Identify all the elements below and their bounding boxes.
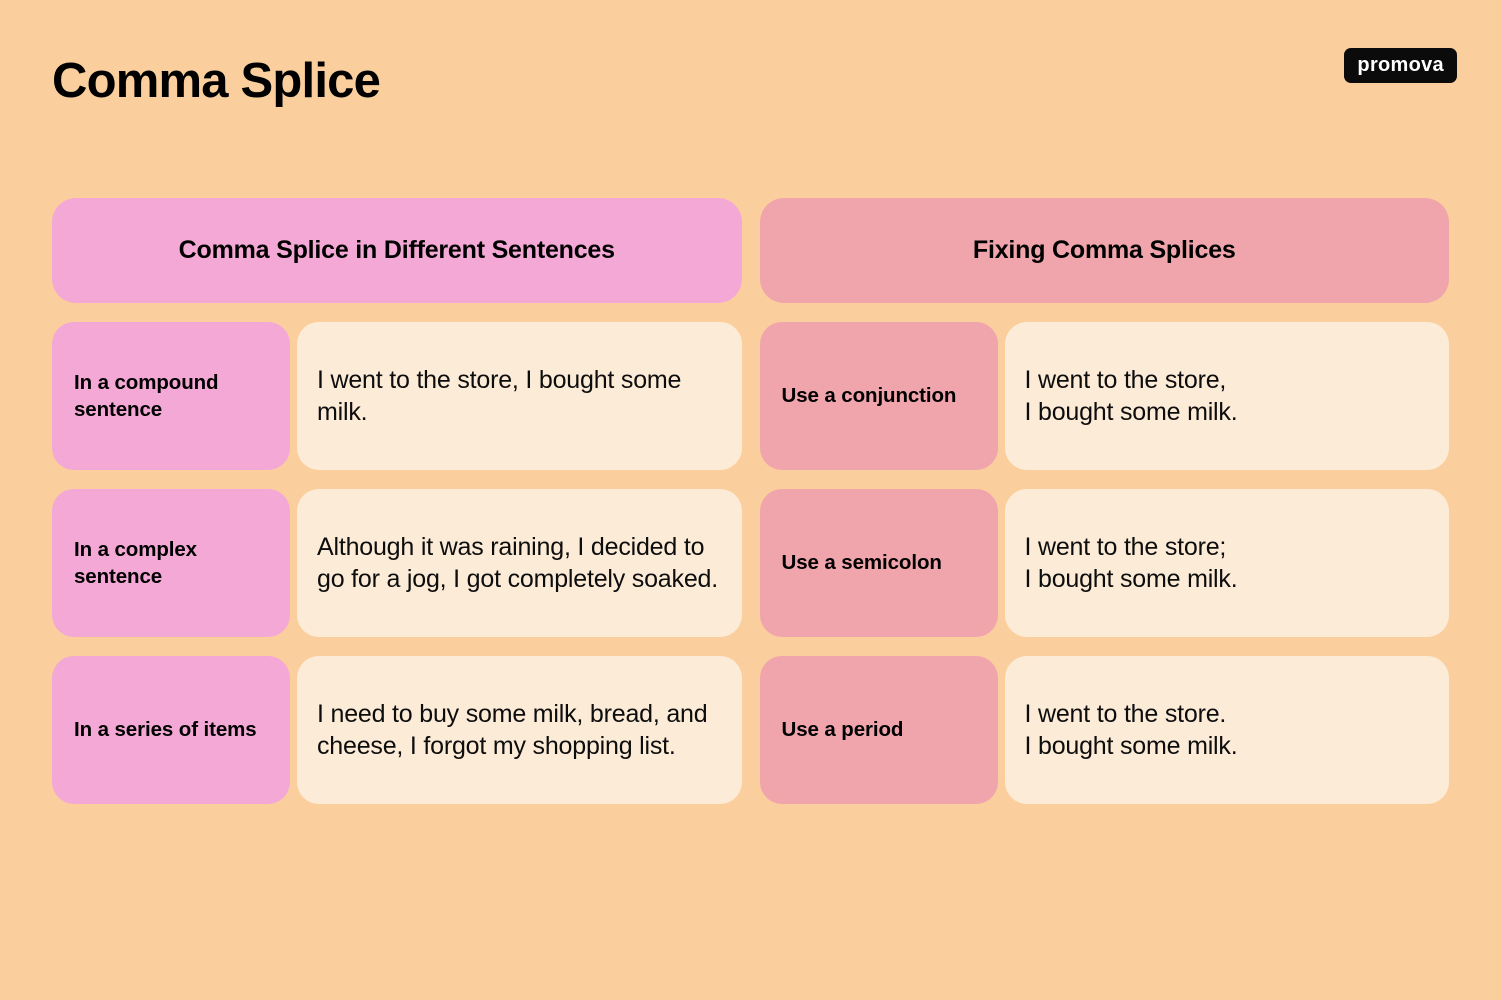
row-example-use-a-semicolon: I went to the store; I bought some milk. bbox=[1004, 489, 1449, 637]
column-comma-splice: Comma Splice in Different Sentences In a… bbox=[52, 198, 742, 804]
promova-logo: promova bbox=[1344, 48, 1457, 83]
row-label-use-a-conjunction: Use a conjunction bbox=[759, 322, 998, 470]
table-row: Use a conjunction I went to the store, I… bbox=[759, 322, 1449, 470]
comparison-table: Comma Splice in Different Sentences In a… bbox=[52, 198, 1449, 804]
row-example-use-a-conjunction: I went to the store, I bought some milk. bbox=[1004, 322, 1449, 470]
row-example-series-of-items: I need to buy some milk, bread, and chee… bbox=[297, 656, 742, 804]
table-row: Use a period I went to the store. I boug… bbox=[759, 656, 1449, 804]
table-row: In a complex sentence Although it was ra… bbox=[52, 489, 742, 637]
row-label-use-a-period: Use a period bbox=[759, 656, 998, 804]
table-row: In a series of items I need to buy some … bbox=[52, 656, 742, 804]
page-header: Comma Splice promova bbox=[0, 0, 1501, 180]
row-example-complex-sentence: Although it was raining, I decided to go… bbox=[297, 489, 742, 637]
column-fixing-comma-splices: Fixing Comma Splices Use a conjunction I… bbox=[759, 198, 1449, 804]
row-label-complex-sentence: In a complex sentence bbox=[52, 489, 290, 637]
row-example-use-a-period: I went to the store. I bought some milk. bbox=[1004, 656, 1449, 804]
column-header-fixing-comma-splices: Fixing Comma Splices bbox=[759, 198, 1449, 303]
row-example-compound-sentence: I went to the store, I bought some milk. bbox=[297, 322, 742, 470]
table-row: In a compound sentence I went to the sto… bbox=[52, 322, 742, 470]
table-row: Use a semicolon I went to the store; I b… bbox=[759, 489, 1449, 637]
column-header-comma-splice: Comma Splice in Different Sentences bbox=[52, 198, 742, 303]
row-label-compound-sentence: In a compound sentence bbox=[52, 322, 290, 470]
row-label-series-of-items: In a series of items bbox=[52, 656, 290, 804]
row-label-use-a-semicolon: Use a semicolon bbox=[759, 489, 998, 637]
page-title: Comma Splice bbox=[52, 54, 381, 108]
